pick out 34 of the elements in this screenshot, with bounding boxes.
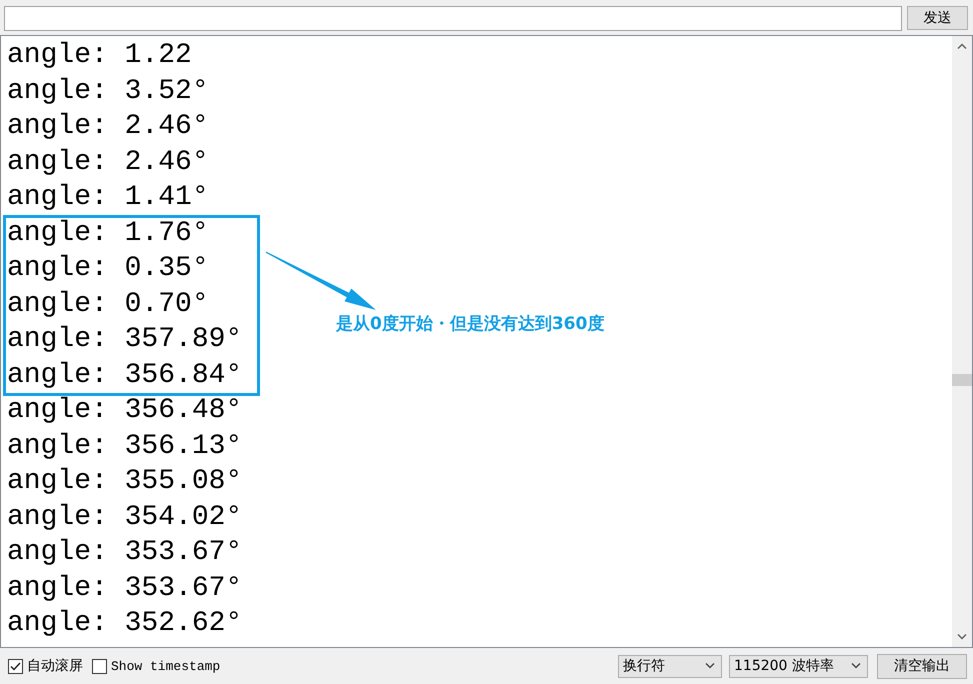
output-line: angle: 353.67° — [6, 536, 242, 570]
annotation-text: 是从0度开始・但是没有达到360度 — [336, 312, 604, 334]
output-line: angle: 357.89° — [6, 323, 242, 357]
output-line: angle: 354.02° — [6, 500, 242, 534]
output-line: angle: 1.41° — [6, 181, 209, 215]
chevron-down-icon — [705, 663, 715, 669]
chevron-down-icon — [957, 634, 967, 640]
checkbox[interactable] — [8, 658, 23, 674]
output-line: angle: 0.35° — [6, 252, 209, 286]
output-line: angle: 0.70° — [6, 288, 209, 322]
dropdown[interactable]: 115200 波特率 — [729, 654, 868, 678]
checkbox[interactable] — [92, 658, 107, 674]
output-line: angle: 2.46° — [6, 110, 209, 144]
checkbox-label: 自动滚屏 — [27, 657, 83, 675]
chevron-up-icon — [957, 43, 967, 49]
scrollbar-thumb[interactable] — [952, 374, 972, 386]
output-line: angle: 1.76° — [6, 216, 209, 250]
output-line: angle: 356.48° — [6, 394, 242, 428]
output-line: angle: 356.13° — [6, 430, 242, 464]
scrollbar[interactable] — [952, 36, 972, 647]
output-line: angle: 352.62° — [6, 607, 242, 641]
clear-output-button[interactable]: 清空输出 — [877, 654, 967, 678]
output-line: angle: 1.22 — [6, 39, 192, 73]
output-line: angle: 356.84° — [6, 358, 242, 392]
output-line: angle: 2.46° — [6, 146, 209, 180]
dropdown[interactable]: 换行符 — [618, 654, 722, 678]
checkmark-icon — [10, 662, 21, 670]
output-line: angle: 353.67° — [6, 572, 242, 606]
chevron-down-icon — [851, 663, 861, 669]
checkbox-label: Show timestamp — [111, 658, 220, 674]
send-input-field[interactable] — [4, 6, 902, 30]
output-line: angle: 355.08° — [6, 465, 242, 499]
send-button[interactable]: 发送 — [907, 6, 968, 30]
output-line: angle: 3.52° — [6, 74, 209, 108]
